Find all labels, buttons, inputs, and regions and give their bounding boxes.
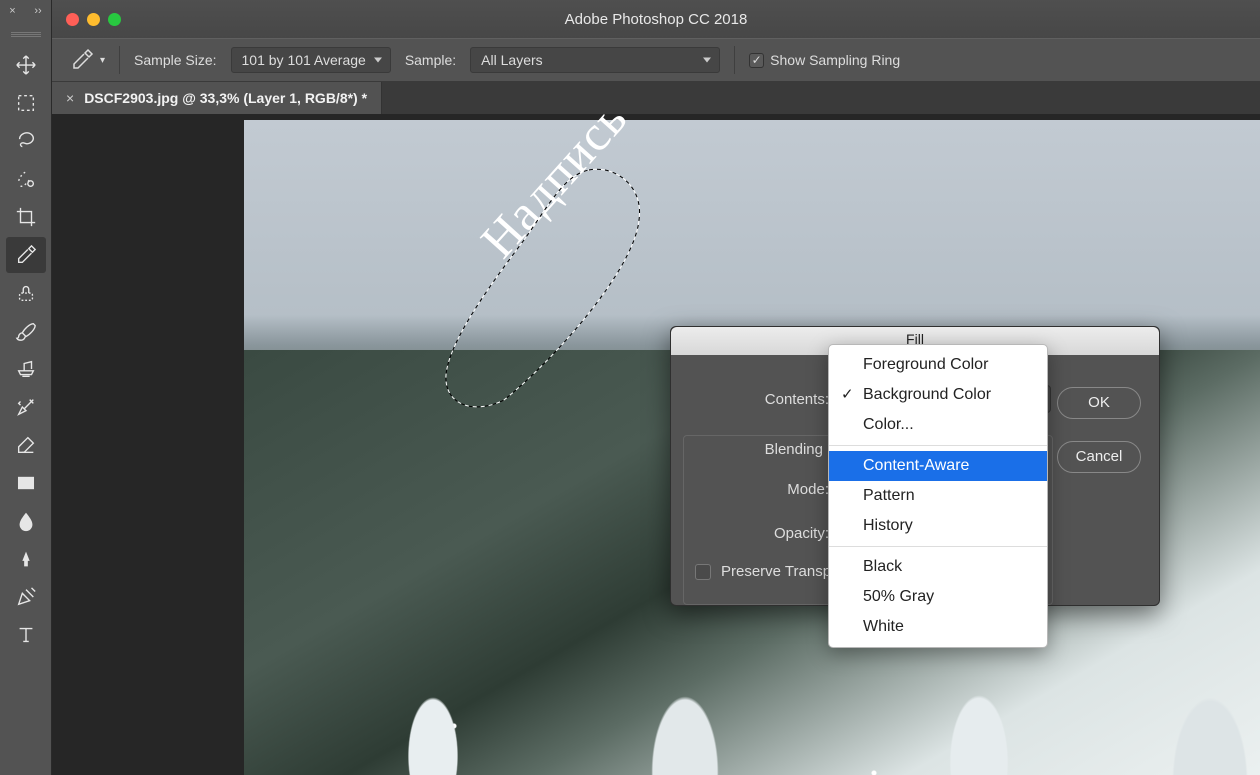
document-tab-title: DSCF2903.jpg @ 33,3% (Layer 1, RGB/8*) * [84, 90, 367, 106]
quick-select-tool[interactable] [6, 161, 46, 197]
minimize-window-button[interactable] [87, 13, 100, 26]
toolbox [0, 22, 52, 775]
dodge-tool[interactable] [6, 541, 46, 577]
toolbox-grip[interactable] [11, 32, 41, 38]
sample-size-select[interactable]: 101 by 101 Average [231, 47, 391, 73]
spot-heal-tool[interactable] [6, 275, 46, 311]
document-tab[interactable]: × DSCF2903.jpg @ 33,3% (Layer 1, RGB/8*)… [52, 82, 382, 114]
blending-label: Blending [759, 441, 829, 458]
marquee-tool[interactable] [6, 85, 46, 121]
mode-label: Mode: [787, 481, 829, 498]
ok-button[interactable]: OK [1057, 387, 1141, 419]
tool-preset-picker[interactable]: ▾ [70, 48, 105, 72]
dropdown-item[interactable]: Content-Aware [829, 451, 1047, 481]
dropdown-item[interactable]: Black [829, 552, 1047, 582]
pen-tool[interactable] [6, 579, 46, 615]
checkbox-icon [749, 53, 764, 68]
lasso-tool[interactable] [6, 123, 46, 159]
eyedropper-tool[interactable] [6, 237, 46, 273]
checkbox-icon [695, 564, 711, 580]
blur-tool[interactable] [6, 503, 46, 539]
titlebar[interactable]: Adobe Photoshop CC 2018 [52, 0, 1260, 38]
history-brush-tool[interactable] [6, 389, 46, 425]
dropdown-item[interactable]: White [829, 612, 1047, 642]
close-panel-icon[interactable]: × [5, 5, 19, 17]
dropdown-item[interactable]: History [829, 511, 1047, 541]
lasso-selection [434, 160, 674, 415]
contents-label: Contents: [765, 391, 829, 408]
close-tab-icon[interactable]: × [66, 90, 74, 106]
gradient-tool[interactable] [6, 465, 46, 501]
maximize-window-button[interactable] [108, 13, 121, 26]
clone-stamp-tool[interactable] [6, 351, 46, 387]
show-sampling-ring-toggle[interactable]: Show Sampling Ring [749, 52, 900, 68]
sample-label: Sample: [405, 52, 456, 68]
close-window-button[interactable] [66, 13, 79, 26]
window-controls [66, 13, 121, 26]
contents-dropdown: Foreground ColorBackground ColorColor...… [828, 344, 1048, 648]
eraser-tool[interactable] [6, 427, 46, 463]
crop-tool[interactable] [6, 199, 46, 235]
document-tabbar: × DSCF2903.jpg @ 33,3% (Layer 1, RGB/8*)… [52, 82, 1260, 114]
dropdown-item[interactable]: Background Color [829, 380, 1047, 410]
dropdown-item[interactable]: Color... [829, 410, 1047, 440]
sample-layers-select[interactable]: All Layers [470, 47, 720, 73]
opacity-label: Opacity: [774, 525, 829, 542]
move-tool[interactable] [6, 47, 46, 83]
dropdown-item[interactable]: Pattern [829, 481, 1047, 511]
left-panel-handle[interactable]: × ›› [0, 0, 52, 22]
options-bar: ▾ Sample Size: 101 by 101 Average Sample… [52, 38, 1260, 82]
expand-panel-icon[interactable]: ›› [30, 5, 45, 17]
type-tool[interactable] [6, 617, 46, 653]
brush-tool[interactable] [6, 313, 46, 349]
dropdown-item[interactable]: 50% Gray [829, 582, 1047, 612]
sample-size-label: Sample Size: [134, 52, 216, 68]
cancel-button[interactable]: Cancel [1057, 441, 1141, 473]
app-title: Adobe Photoshop CC 2018 [52, 11, 1260, 28]
dropdown-item[interactable]: Foreground Color [829, 350, 1047, 380]
